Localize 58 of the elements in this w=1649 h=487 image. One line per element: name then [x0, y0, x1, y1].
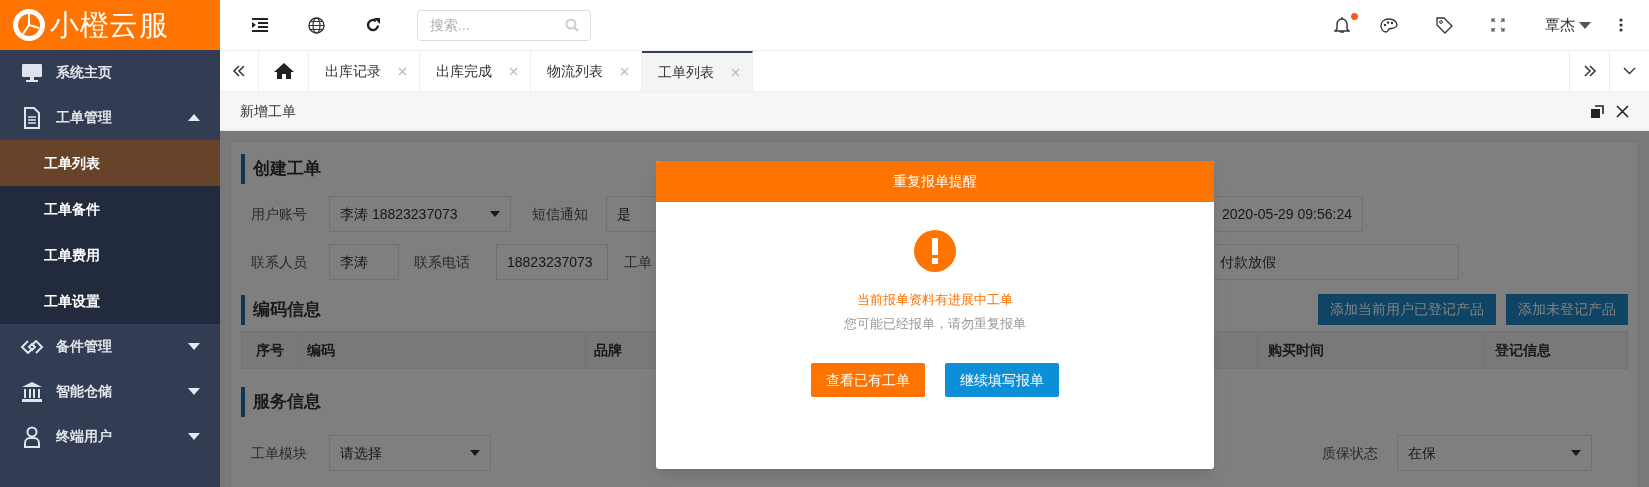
submenu-item[interactable]: 工单设置	[0, 278, 220, 324]
field-label: 联系电话	[414, 252, 471, 272]
dialog-message: 当前报单资料有进展中工单	[857, 291, 1013, 309]
warning-icon	[914, 230, 956, 272]
logo-icon	[12, 8, 46, 42]
search-icon	[565, 17, 579, 32]
sidebar-item[interactable]: 系统主页	[0, 50, 220, 95]
palette-icon[interactable]	[1380, 17, 1398, 33]
dialog-button[interactable]: 继续填写报单	[945, 363, 1059, 397]
field-label: 质保状态	[1322, 443, 1379, 463]
bank-icon	[20, 381, 44, 402]
submenu-item[interactable]: 工单费用	[0, 232, 220, 278]
caret-down-icon	[470, 450, 480, 456]
globe-icon[interactable]	[308, 16, 325, 34]
monitor-icon	[20, 62, 44, 83]
field-label: 工单模块	[251, 443, 308, 463]
sidebar-item[interactable]: 备件管理	[0, 324, 220, 369]
sidebar-item[interactable]: 终端用户	[0, 414, 220, 459]
field-label: 联系人员	[251, 252, 308, 272]
select-field[interactable]: 李涛 18823237073	[329, 196, 511, 232]
chevron-down-icon[interactable]	[1623, 67, 1636, 75]
sidebar-item[interactable]: 工单管理	[0, 95, 220, 140]
select-field[interactable]: 请选择	[329, 435, 491, 471]
dialog-hint: 您可能已经报单，请勿重复报单	[844, 314, 1026, 333]
double-chevron-left-icon[interactable]	[232, 65, 246, 77]
search-field[interactable]: 搜索...	[417, 9, 591, 41]
home-icon	[273, 63, 294, 79]
tab[interactable]: 工单列表	[642, 51, 753, 91]
select-field[interactable]: 在保	[1397, 435, 1592, 471]
tag-icon[interactable]	[1436, 16, 1453, 34]
input-field[interactable]: 李涛	[329, 244, 399, 280]
column-header: 序号	[242, 332, 299, 368]
field-label: 用户账号	[251, 204, 308, 224]
caret-down-icon	[1571, 450, 1581, 456]
column-header: 登记信息	[1485, 332, 1627, 368]
field-label: 短信通知	[532, 204, 589, 224]
input-field[interactable]: 18823237073	[496, 244, 608, 280]
page-title: 新增工单	[240, 101, 296, 121]
sidebar-item[interactable]: 智能仓储	[0, 369, 220, 414]
logo-text: 小橙云服	[50, 10, 169, 40]
submenu-item[interactable]: 工单备件	[0, 186, 220, 232]
caret-down-icon	[1579, 21, 1591, 29]
submenu-item[interactable]: 工单列表	[0, 140, 220, 186]
refresh-icon[interactable]	[365, 17, 381, 33]
close-icon[interactable]	[1616, 104, 1629, 118]
more-options-icon[interactable]	[1619, 18, 1623, 32]
restore-window-icon[interactable]	[1591, 104, 1604, 118]
field-label: 工单	[624, 252, 653, 272]
section-heading: 编码信息	[241, 294, 321, 325]
column-header: 购买时间	[1258, 332, 1485, 368]
expand-icon[interactable]	[1491, 18, 1505, 32]
bell-icon[interactable]	[1334, 16, 1350, 34]
user-menu[interactable]: 覃杰	[1545, 13, 1591, 37]
indent-menu-icon[interactable]	[252, 18, 268, 32]
double-chevron-right-icon[interactable]	[1582, 65, 1597, 77]
diamond-link-icon	[20, 339, 44, 354]
caret-down-icon	[490, 211, 500, 217]
column-header: 编码	[299, 332, 586, 368]
